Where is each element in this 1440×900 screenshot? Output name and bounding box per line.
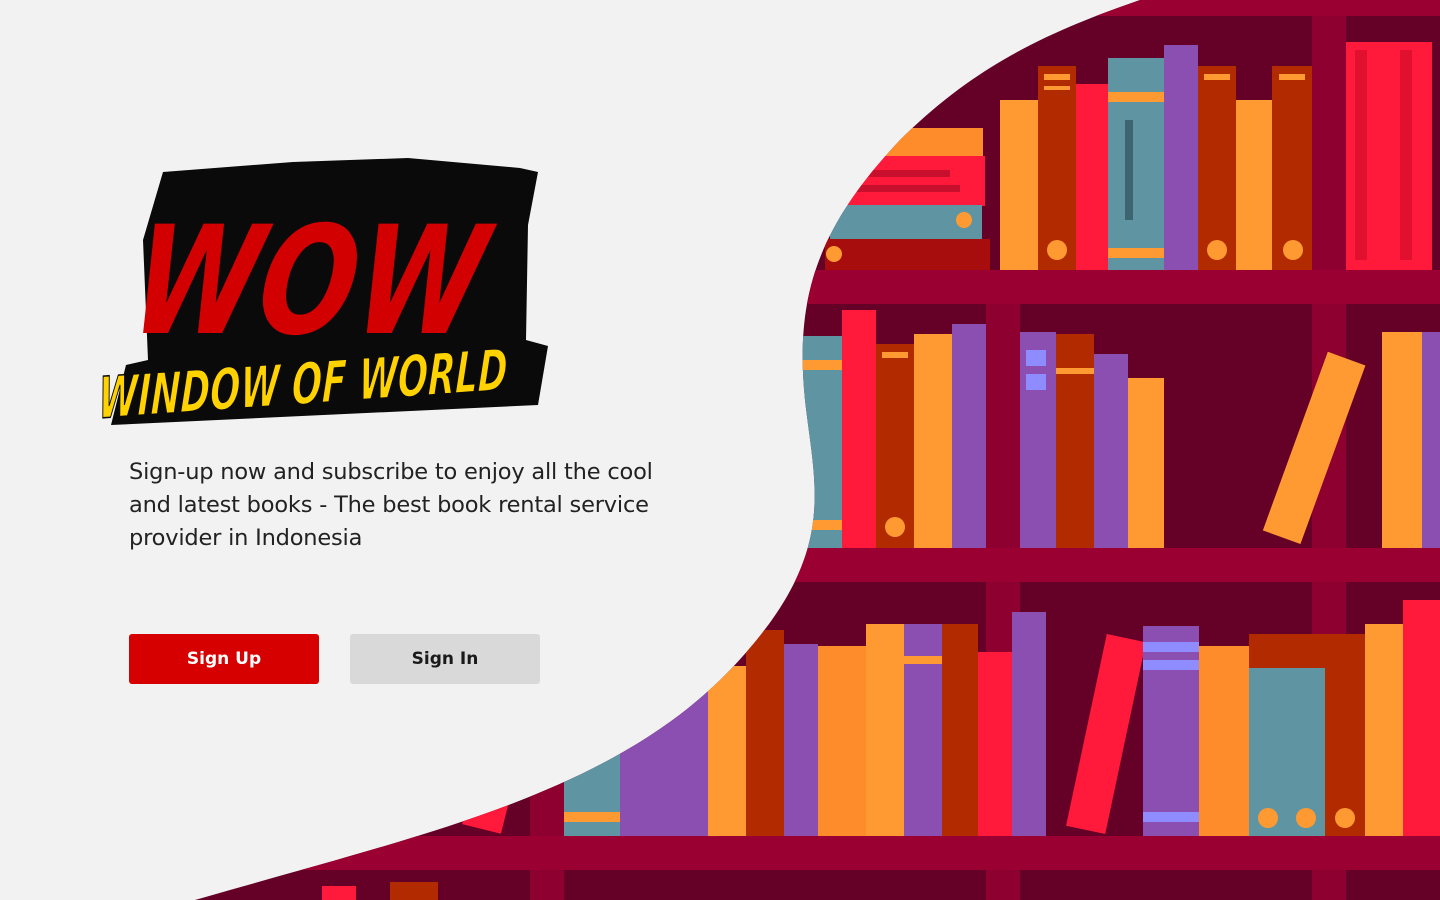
books-row-bottom xyxy=(462,600,1440,836)
hero-tagline: Sign-up now and subscribe to enjoy all t… xyxy=(129,459,653,551)
wow-logo: WOW WINDOW OF WORLD xyxy=(97,150,578,435)
sign-in-button[interactable]: Sign In xyxy=(350,634,540,684)
sign-up-button[interactable]: Sign Up xyxy=(129,634,319,684)
bookshelf-illustration xyxy=(195,0,1440,900)
